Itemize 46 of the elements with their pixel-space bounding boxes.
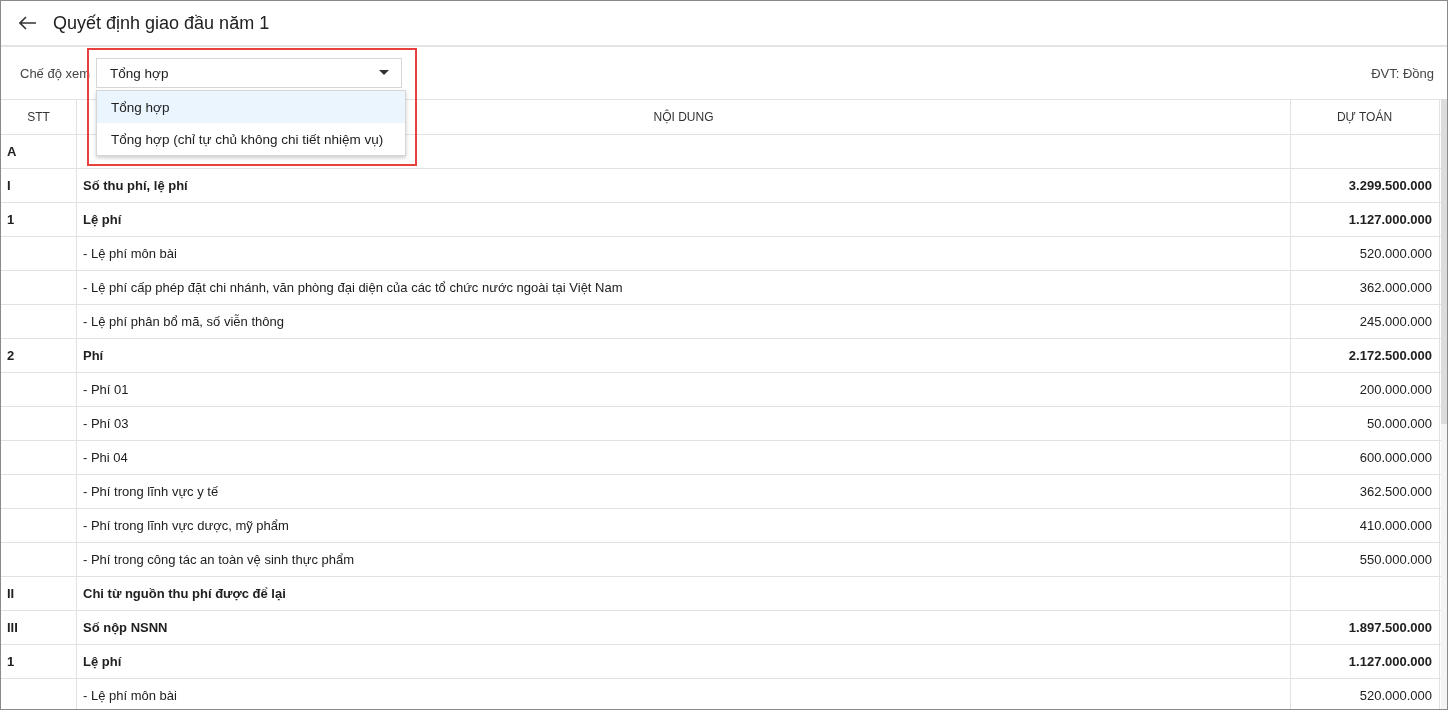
table-cell: III <box>7 620 18 635</box>
table-cell: - Phí trong lĩnh vực dược, mỹ phẩm <box>83 518 289 533</box>
table-cell: 362.500.000 <box>1359 484 1432 499</box>
table-cell: 520.000.000 <box>1359 688 1432 703</box>
table-cell: - Phi 04 <box>83 450 128 465</box>
table-cell: - Lệ phí môn bài <box>83 688 177 703</box>
table-cell: 1 <box>7 654 15 669</box>
table-cell: I <box>7 178 11 193</box>
caret-icon <box>379 70 389 76</box>
table-cell: Chi từ nguồn thu phí được để lại <box>83 586 286 601</box>
table-cell: 600.000.000 <box>1359 450 1432 465</box>
table-cell: II <box>7 586 15 601</box>
table-cell: 1.127.000.000 <box>1348 212 1432 227</box>
table-cell: 520.000.000 <box>1359 246 1432 261</box>
table-cell: - Phí 01 <box>83 382 129 397</box>
view-mode-select[interactable]: Tổng hợp <box>96 58 402 88</box>
table-cell: 3.299.500.000 <box>1348 178 1432 193</box>
table-cell: - Lệ phí môn bài <box>83 246 177 261</box>
table-cell: 1.897.500.000 <box>1348 620 1432 635</box>
column-header: STT <box>1 100 77 134</box>
table-cell: A <box>7 144 17 159</box>
page-title: Quyết định giao đầu năm 1 <box>53 12 270 34</box>
table-cell: 50.000.000 <box>1366 416 1432 431</box>
table-cell: - Lệ phí cấp phép đặt chi nhánh, văn phòng đại diện của các tổ chức nước ngoài tại Việt Nam <box>83 280 623 295</box>
table-cell: 410.000.000 <box>1359 518 1432 533</box>
table-cell: Số nộp NSNN <box>83 620 168 635</box>
table-cell: - Phí trong lĩnh vực y tế <box>83 484 219 499</box>
dropdown-option[interactable]: Tổng hợp <box>97 91 405 123</box>
table-cell: 245.000.000 <box>1359 314 1432 329</box>
table-cell: 1.127.000.000 <box>1348 654 1432 669</box>
table-cell: Lệ phí <box>83 654 122 669</box>
table-cell: 200.000.000 <box>1359 382 1432 397</box>
table-cell: - Lệ phí phân bổ mã, số viễn thông <box>83 314 284 329</box>
unit-label: ĐVT: Đồng <box>1371 65 1434 81</box>
table-cell: 1 <box>7 212 15 227</box>
table-cell: Số thu phí, lệ phí <box>83 178 188 193</box>
table-cell: 2.172.500.000 <box>1348 348 1432 363</box>
table-cell: 362.000.000 <box>1359 280 1432 295</box>
table-cell: - Phí 03 <box>83 416 129 431</box>
table-cell: 550.000.000 <box>1359 552 1432 567</box>
table-cell: - Phí trong công tác an toàn vệ sinh thực phẩm <box>83 552 355 567</box>
table-cell: Phí <box>83 348 104 363</box>
back-icon[interactable] <box>19 16 37 30</box>
table-cell: Lệ phí <box>83 212 122 227</box>
column-header: DỰ TOÁN <box>1291 100 1440 134</box>
table-cell: 2 <box>7 348 15 363</box>
